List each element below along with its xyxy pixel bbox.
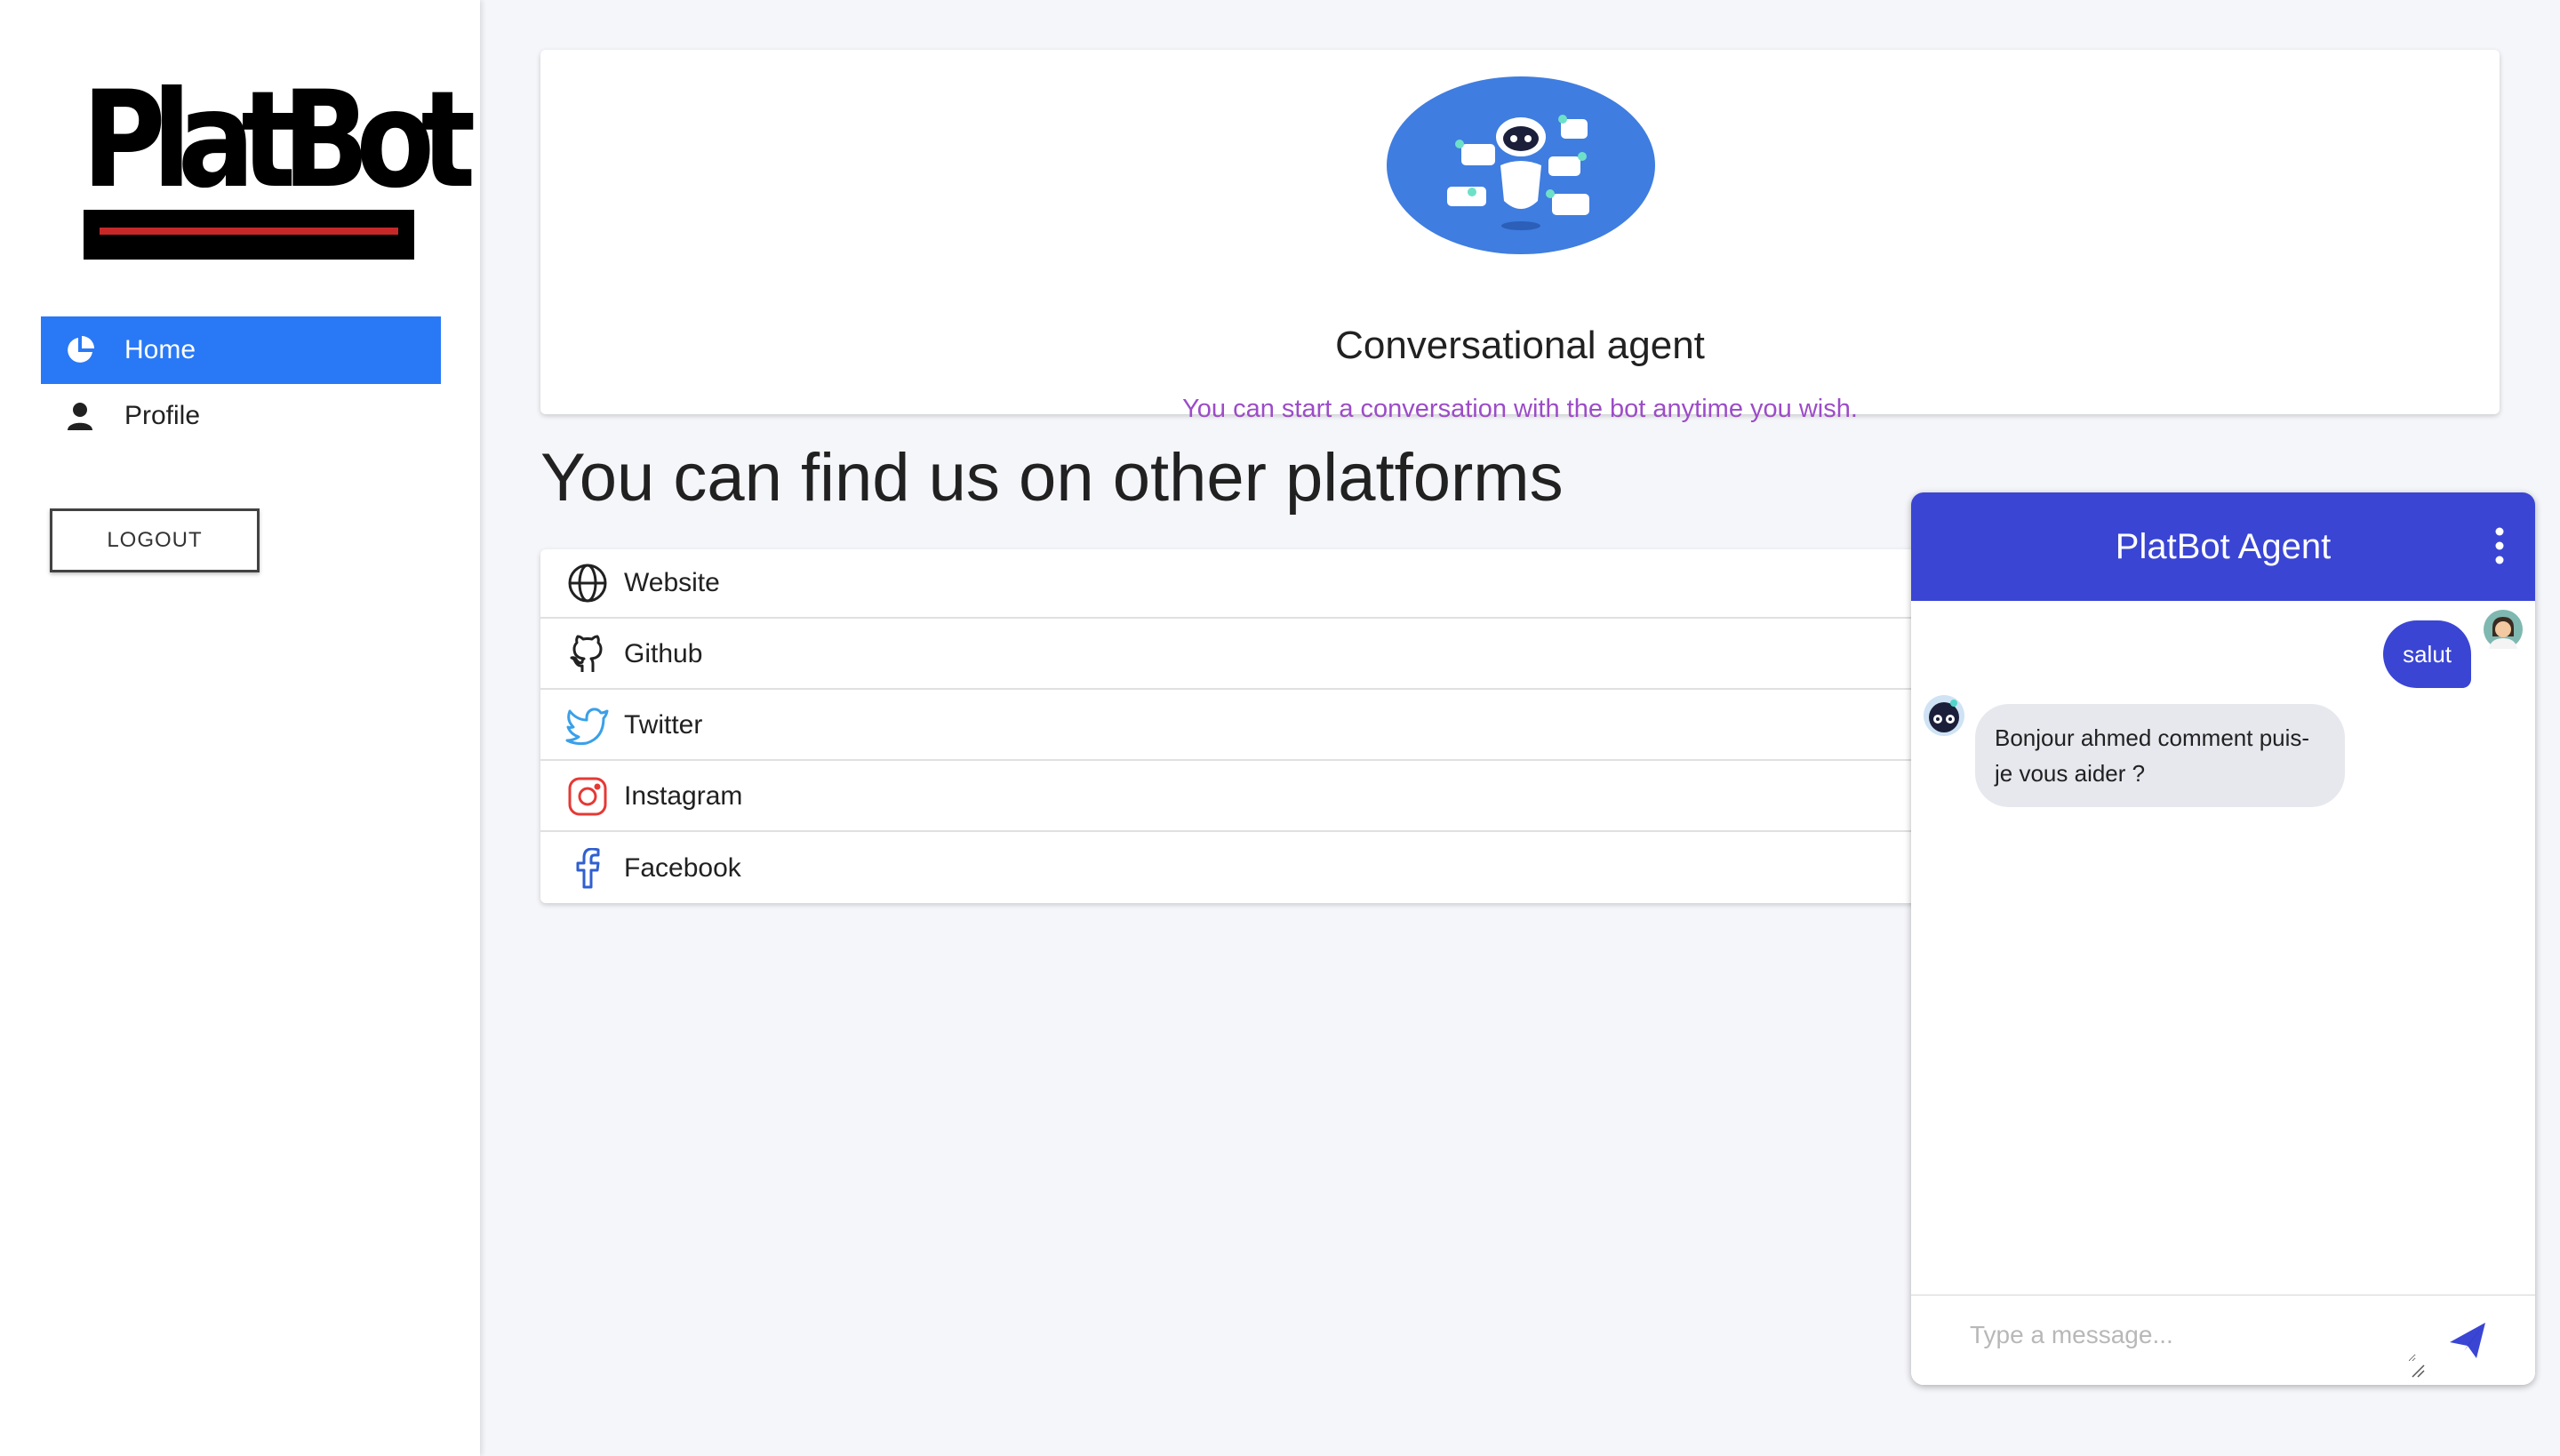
logout-button[interactable]: LOGOUT [50, 508, 260, 572]
logo-text: PlatBot [82, 63, 476, 218]
message-input[interactable] [1968, 1319, 2416, 1362]
platbot-logo[interactable]: PlatBot [82, 63, 476, 261]
logo-red-stripe [100, 228, 398, 235]
chat-header: PlatBot Agent [1911, 492, 2535, 601]
bot-message-bubble: Bonjour ahmed comment puis-je vous aider… [1975, 704, 2345, 807]
globe-icon [565, 561, 610, 605]
platform-label: Instagram [624, 781, 743, 811]
platform-label: Website [624, 568, 720, 597]
platforms-heading: You can find us on other platforms [540, 440, 1564, 516]
person-icon [62, 398, 98, 434]
twitter-icon [565, 703, 610, 748]
sidebar: PlatBot Home Profile LOGOUT [0, 0, 480, 1456]
send-icon[interactable] [2446, 1319, 2489, 1362]
chatbot-illustration [1387, 76, 1655, 254]
more-vert-icon[interactable] [2491, 526, 2508, 565]
facebook-icon [565, 846, 610, 891]
user-message-bubble: salut [2383, 620, 2471, 688]
nav-item-home[interactable]: Home [41, 316, 441, 384]
instagram-icon [565, 774, 610, 819]
nav-item-label: Profile [124, 401, 201, 430]
platform-label: Github [624, 639, 703, 668]
pie-chart-icon [62, 332, 98, 368]
logo-underline-bar [84, 210, 414, 260]
chat-input-area [1911, 1294, 2535, 1385]
chat-widget: PlatBot Agent salut Bonjour ahmed commen… [1911, 492, 2535, 1385]
agent-title: Conversational agent [1335, 324, 1705, 367]
platform-label: Facebook [624, 853, 741, 883]
bot-avatar [1924, 695, 1964, 736]
resize-grip-icon[interactable] [2411, 1364, 2425, 1378]
agent-card: Conversational agent You can start a con… [540, 50, 2500, 423]
platform-label: Twitter [624, 710, 703, 740]
chat-title: PlatBot Agent [2115, 527, 2332, 566]
agent-subtitle: You can start a conversation with the bo… [1182, 395, 1858, 423]
github-icon [565, 632, 610, 676]
user-avatar [2484, 610, 2523, 649]
nav-item-label: Home [124, 335, 196, 364]
nav-item-profile[interactable]: Profile [41, 382, 441, 450]
